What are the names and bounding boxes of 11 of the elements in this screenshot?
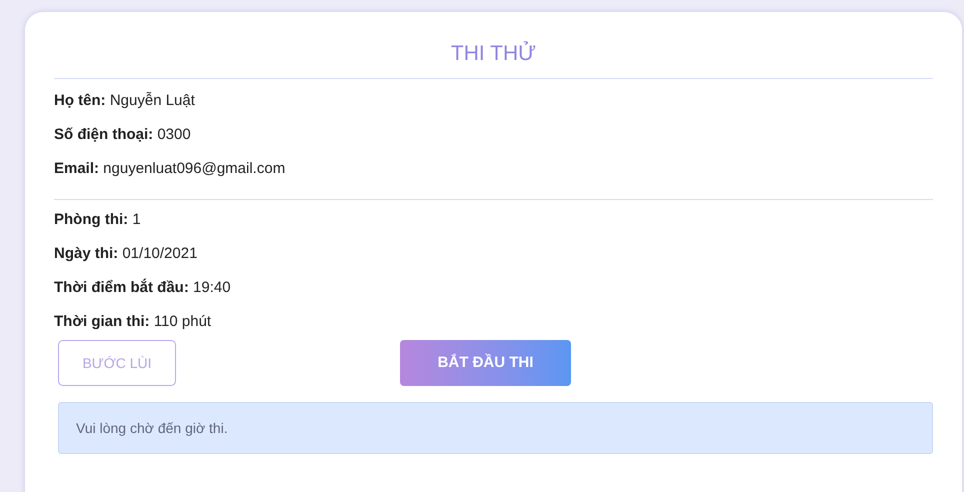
start-exam-button[interactable]: BẮT ĐẦU THI: [400, 340, 571, 386]
info-line: Thời điểm bắt đầu: 19:40: [54, 278, 231, 298]
notice-message: Vui lòng chờ đến giờ thi.: [58, 402, 933, 454]
info-line: Phòng thi: 1: [54, 210, 141, 230]
info-line: Họ tên: Nguyễn Luật: [54, 91, 195, 111]
info-line: Ngày thi: 01/10/2021: [54, 244, 198, 264]
info-line: Số điện thoại: 0300: [54, 125, 191, 145]
info-line: Thời gian thi: 110 phút: [54, 312, 212, 332]
back-button[interactable]: BƯỚC LÙI: [58, 340, 176, 386]
page-title: THI THỬ: [54, 40, 933, 79]
info-line: Email: nguyenluat096@gmail.com: [54, 159, 286, 179]
